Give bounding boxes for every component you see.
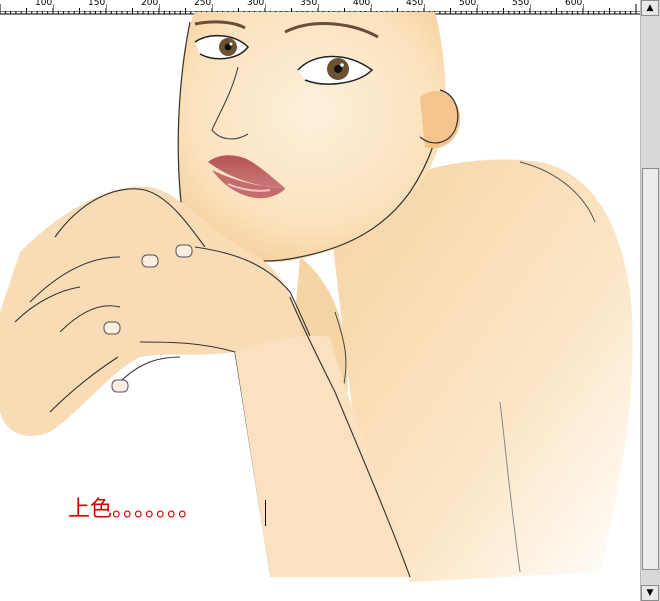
- ruler-label: 500: [458, 0, 478, 8]
- vertical-scrollbar[interactable]: ▲ ▼: [640, 0, 660, 601]
- fingernail: [141, 254, 159, 268]
- ruler-label: 350: [299, 0, 319, 8]
- arrow-down-icon: ▼: [646, 588, 654, 598]
- ruler-label: 150: [87, 0, 107, 8]
- ruler-label: 300: [246, 0, 266, 8]
- scroll-thumb[interactable]: [642, 168, 659, 570]
- fingernail: [175, 244, 193, 258]
- ruler-label: 600: [564, 0, 584, 8]
- ruler-label: 250: [193, 0, 213, 8]
- ruler-label: 550: [511, 0, 531, 8]
- ear-shape: [420, 91, 461, 149]
- scroll-down-button[interactable]: ▼: [641, 585, 659, 601]
- ruler-label: 100: [34, 0, 54, 8]
- ruler-label: 400: [352, 0, 372, 8]
- scroll-up-button[interactable]: ▲: [641, 0, 659, 16]
- canvas-caption[interactable]: 上色。。。。。。。: [68, 496, 200, 524]
- fingernail: [103, 321, 121, 335]
- ruler-label: 450: [405, 0, 425, 8]
- ruler-label: 200: [140, 0, 160, 8]
- horizontal-ruler: 100 150 200 250 300 350 400 450 500 550 …: [0, 0, 640, 15]
- text-cursor: [265, 500, 266, 526]
- arrow-up-icon: ▲: [646, 3, 654, 13]
- fingernail: [111, 379, 129, 393]
